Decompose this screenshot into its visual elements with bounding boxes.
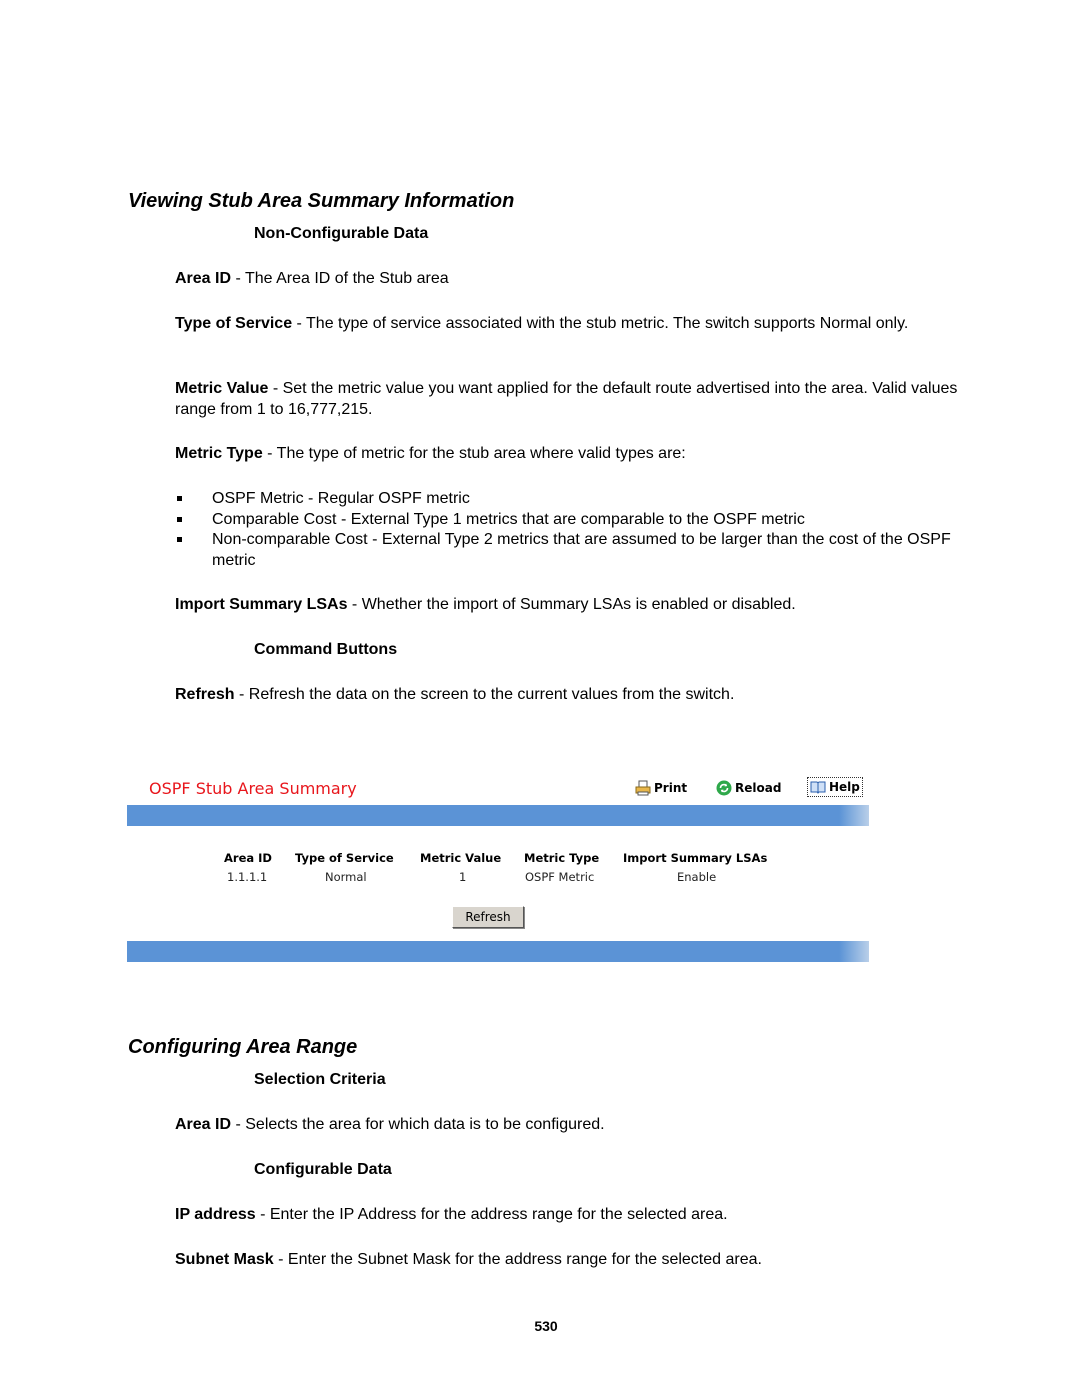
list-item-text: OSPF Metric - Regular OSPF metric [212, 490, 470, 507]
column-header-import-summary-lsas: Import Summary LSAs [623, 851, 768, 865]
desc: - The type of service associated with th… [292, 315, 909, 332]
term: Area ID [175, 1116, 232, 1133]
field-refresh: Refresh - Refresh the data on the screen… [175, 685, 975, 706]
cell-area-id: 1.1.1.1 [227, 870, 268, 884]
term: IP address [175, 1206, 256, 1223]
print-label: Print [654, 781, 688, 795]
cell-metric-type: OSPF Metric [525, 870, 595, 884]
subheading-configurable-data: Configurable Data [254, 1161, 392, 1178]
cell-type-of-service: Normal [325, 870, 367, 884]
metric-type-list: OSPF Metric - Regular OSPF metric Compar… [175, 489, 975, 571]
list-item: Comparable Cost - External Type 1 metric… [175, 510, 975, 531]
desc: - Enter the IP Address for the address r… [255, 1206, 728, 1223]
list-item-text: Comparable Cost - External Type 1 metric… [212, 510, 805, 528]
help-label: Help [829, 780, 860, 794]
term: Metric Value [175, 380, 269, 397]
printer-icon [635, 780, 651, 796]
list-item: OSPF Metric - Regular OSPF metric [175, 489, 975, 510]
field-ip-address: IP address - Enter the IP Address for th… [175, 1205, 975, 1226]
subheading-selection-criteria: Selection Criteria [254, 1071, 386, 1088]
column-header-metric-type: Metric Type [524, 851, 600, 865]
field-metric-type: Metric Type - The type of metric for the… [175, 444, 975, 465]
field-type-of-service: Type of Service - The type of service as… [175, 314, 975, 335]
desc: - The type of metric for the stub area w… [262, 445, 686, 462]
column-header-area-id: Area ID [224, 851, 272, 865]
term: Subnet Mask [175, 1251, 274, 1268]
term: Metric Type [175, 445, 263, 462]
cell-metric-value: 1 [459, 870, 467, 884]
print-button[interactable]: Print [635, 780, 687, 796]
section-title-area-range: Configuring Area Range [128, 1036, 358, 1058]
bullet-icon [177, 537, 182, 542]
cell-import-summary-lsas: Enable [677, 870, 717, 884]
field-subnet-mask: Subnet Mask - Enter the Subnet Mask for … [175, 1250, 975, 1271]
refresh-button[interactable]: Refresh [452, 906, 524, 928]
panel-title: OSPF Stub Area Summary [149, 779, 357, 798]
reload-button[interactable]: Reload [716, 780, 781, 796]
list-item-text: Non-comparable Cost - External Type 2 me… [212, 531, 951, 569]
subheading-non-configurable: Non-Configurable Data [254, 225, 429, 242]
header-bar [127, 805, 869, 826]
desc: - The Area ID of the Stub area [231, 270, 449, 287]
term: Refresh [175, 686, 235, 703]
desc: - Set the metric value you want applied … [175, 380, 958, 418]
term: Area ID [175, 270, 232, 287]
book-icon [810, 779, 826, 795]
footer-bar [127, 941, 869, 962]
column-header-type-of-service: Type of Service [295, 851, 394, 865]
page-number: 530 [534, 1318, 558, 1334]
field-area-id-selection: Area ID - Selects the area for which dat… [175, 1115, 975, 1136]
reload-icon [716, 780, 732, 796]
help-button[interactable]: Help [807, 777, 863, 797]
term: Import Summary LSAs [175, 596, 348, 613]
ospf-stub-area-summary-panel: OSPF Stub Area Summary Print Reload Help… [127, 775, 869, 963]
bullet-icon [177, 496, 182, 501]
field-import-summary-lsas: Import Summary LSAs - Whether the import… [175, 595, 975, 616]
desc: - Selects the area for which data is to … [231, 1116, 605, 1133]
column-header-metric-value: Metric Value [420, 851, 502, 865]
desc: - Refresh the data on the screen to the … [234, 686, 735, 703]
field-area-id: Area ID - The Area ID of the Stub area [175, 269, 975, 290]
list-item: Non-comparable Cost - External Type 2 me… [175, 530, 975, 571]
bullet-icon [177, 516, 182, 522]
desc: - Whether the import of Summary LSAs is … [347, 596, 796, 613]
desc: - Enter the Subnet Mask for the address … [273, 1251, 762, 1268]
reload-label: Reload [735, 781, 782, 795]
term: Type of Service [175, 315, 293, 332]
section-title-stub-summary: Viewing Stub Area Summary Information [128, 190, 515, 212]
subheading-command-buttons: Command Buttons [254, 641, 398, 658]
field-metric-value: Metric Value - Set the metric value you … [175, 379, 975, 420]
